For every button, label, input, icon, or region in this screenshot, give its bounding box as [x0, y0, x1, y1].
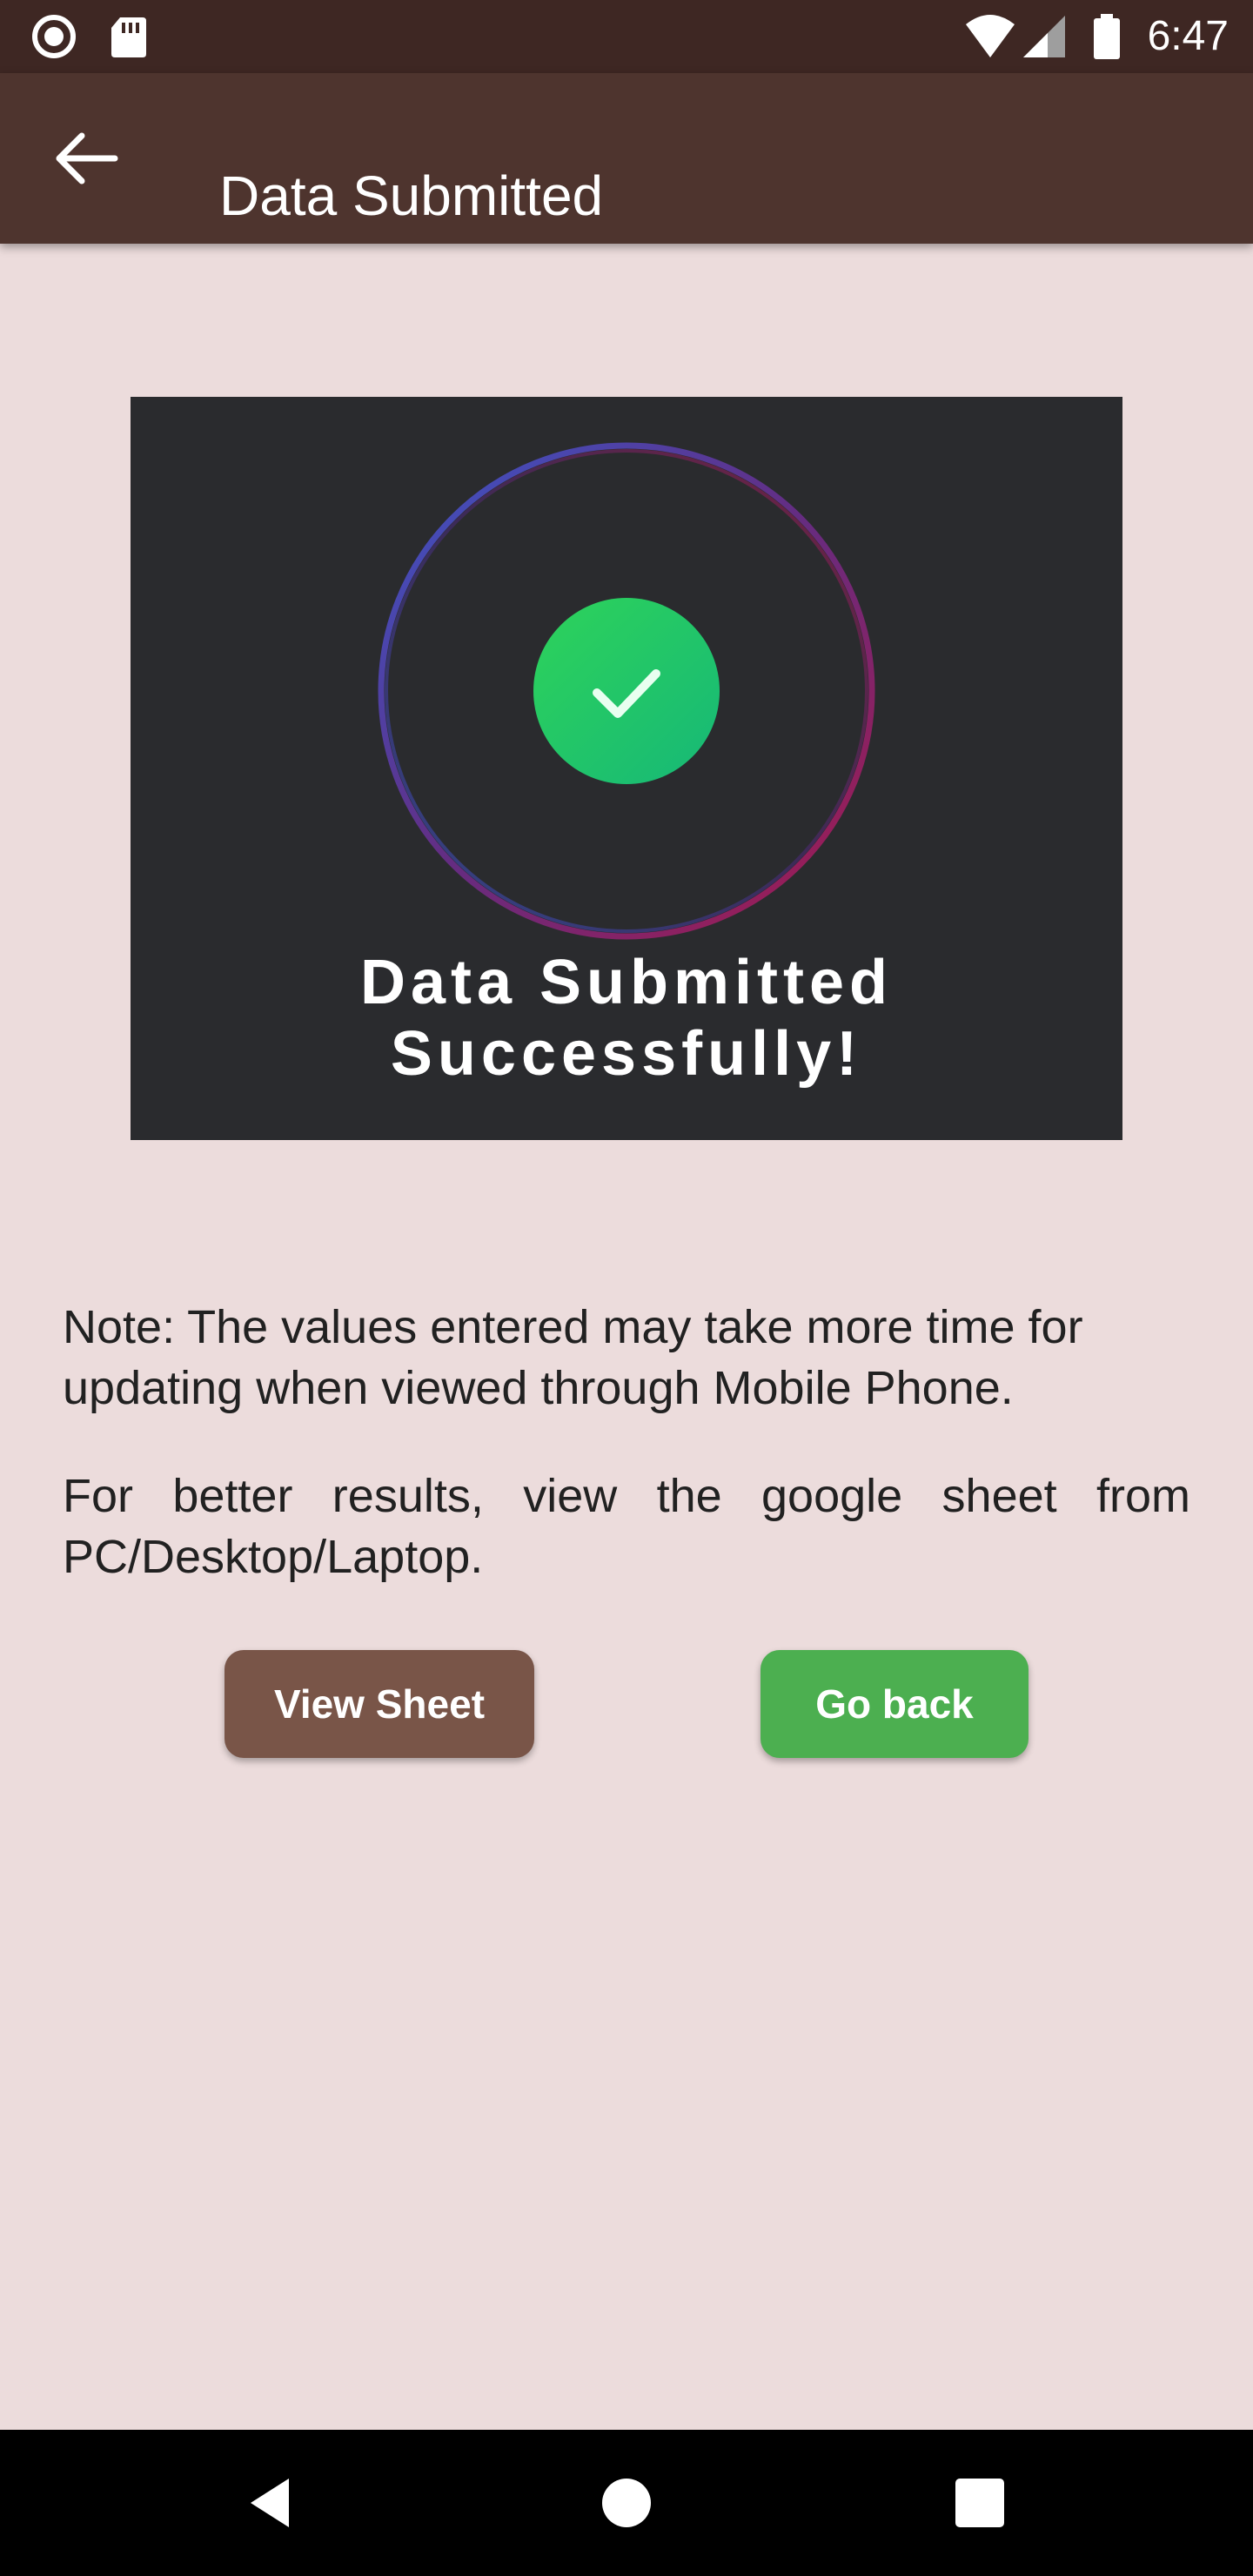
note-text: Note: The values entered may take more t…: [63, 1301, 1083, 1414]
nav-home-icon[interactable]: [592, 2468, 661, 2538]
check-circle-icon: [533, 598, 720, 784]
go-back-button[interactable]: Go back: [761, 1650, 1029, 1758]
nav-back-icon[interactable]: [238, 2468, 308, 2538]
banner-line-2: Successfully!: [390, 1019, 863, 1089]
recommendation-text: For better results, view the google shee…: [63, 1470, 1190, 1583]
view-sheet-button[interactable]: View Sheet: [224, 1650, 534, 1758]
banner-caption: Data Submitted Successfully!: [0, 947, 1253, 1090]
page-title: Data Submitted: [219, 164, 604, 227]
banner-line-1: Data Submitted: [359, 948, 894, 1017]
battery-icon: [1094, 14, 1120, 59]
app-bar: Data Submitted: [0, 73, 1253, 244]
nav-recents-icon[interactable]: [945, 2468, 1015, 2538]
record-icon: [32, 15, 76, 58]
signal-icon: [1023, 16, 1065, 57]
sd-card-icon: [111, 17, 146, 57]
arrow-back-icon[interactable]: [50, 129, 120, 188]
status-bar: 6:47: [0, 0, 1253, 73]
wifi-icon: [966, 15, 1015, 57]
status-time: 6:47: [1147, 13, 1229, 59]
system-nav-bar: [0, 2430, 1253, 2576]
